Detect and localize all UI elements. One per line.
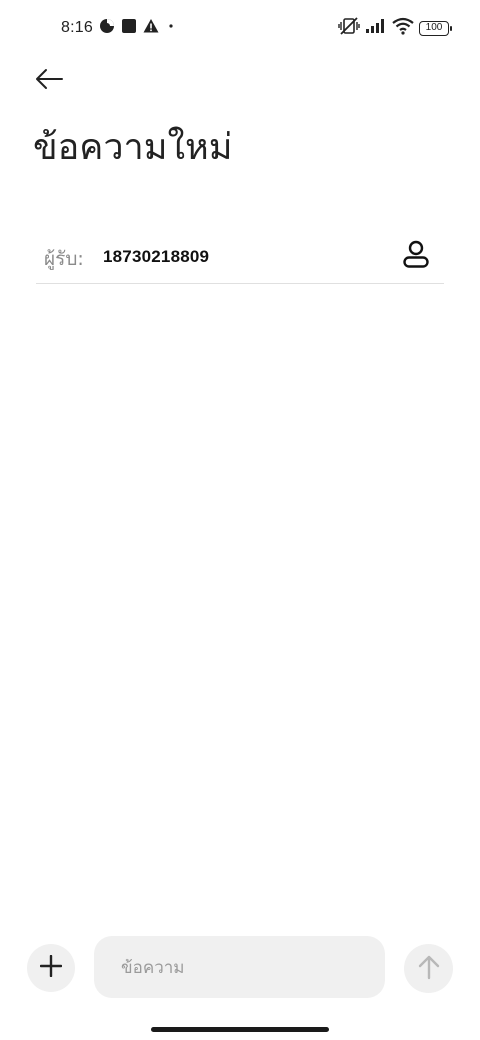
battery-icon: 100 xyxy=(419,20,452,36)
recipient-label: ผู้รับ: xyxy=(44,248,84,270)
contact-picker-button[interactable] xyxy=(398,238,434,274)
recipient-input[interactable]: 18730218809 xyxy=(103,247,209,267)
battery-level: 100 xyxy=(425,22,443,33)
arrow-up-icon xyxy=(417,954,441,984)
plus-icon xyxy=(39,954,63,981)
home-indicator[interactable] xyxy=(151,1027,329,1032)
vibrate-off-icon xyxy=(338,16,360,40)
status-time: 8:16 xyxy=(61,19,93,36)
send-button[interactable] xyxy=(404,944,453,993)
message-placeholder: ข้อความ xyxy=(121,957,185,978)
status-left: 8:16 xyxy=(61,17,177,39)
message-composer: ข้อความ xyxy=(0,930,480,1006)
square-notification-icon xyxy=(121,18,137,38)
status-right: 100 xyxy=(338,16,452,40)
dot-icon xyxy=(165,18,177,38)
signal-icon xyxy=(365,18,387,38)
warning-icon xyxy=(143,18,159,38)
person-icon xyxy=(401,239,431,273)
status-bar: 8:16 100 xyxy=(0,0,480,56)
message-input[interactable]: ข้อความ xyxy=(94,936,385,998)
data-saver-icon xyxy=(99,18,115,38)
page-title: ข้อความใหม่ xyxy=(33,127,233,168)
arrow-left-icon xyxy=(34,68,64,94)
wifi-icon xyxy=(392,17,414,39)
recipient-row[interactable]: ผู้รับ: 18730218809 xyxy=(36,232,444,284)
attach-button[interactable] xyxy=(27,944,75,992)
back-button[interactable] xyxy=(30,62,68,100)
